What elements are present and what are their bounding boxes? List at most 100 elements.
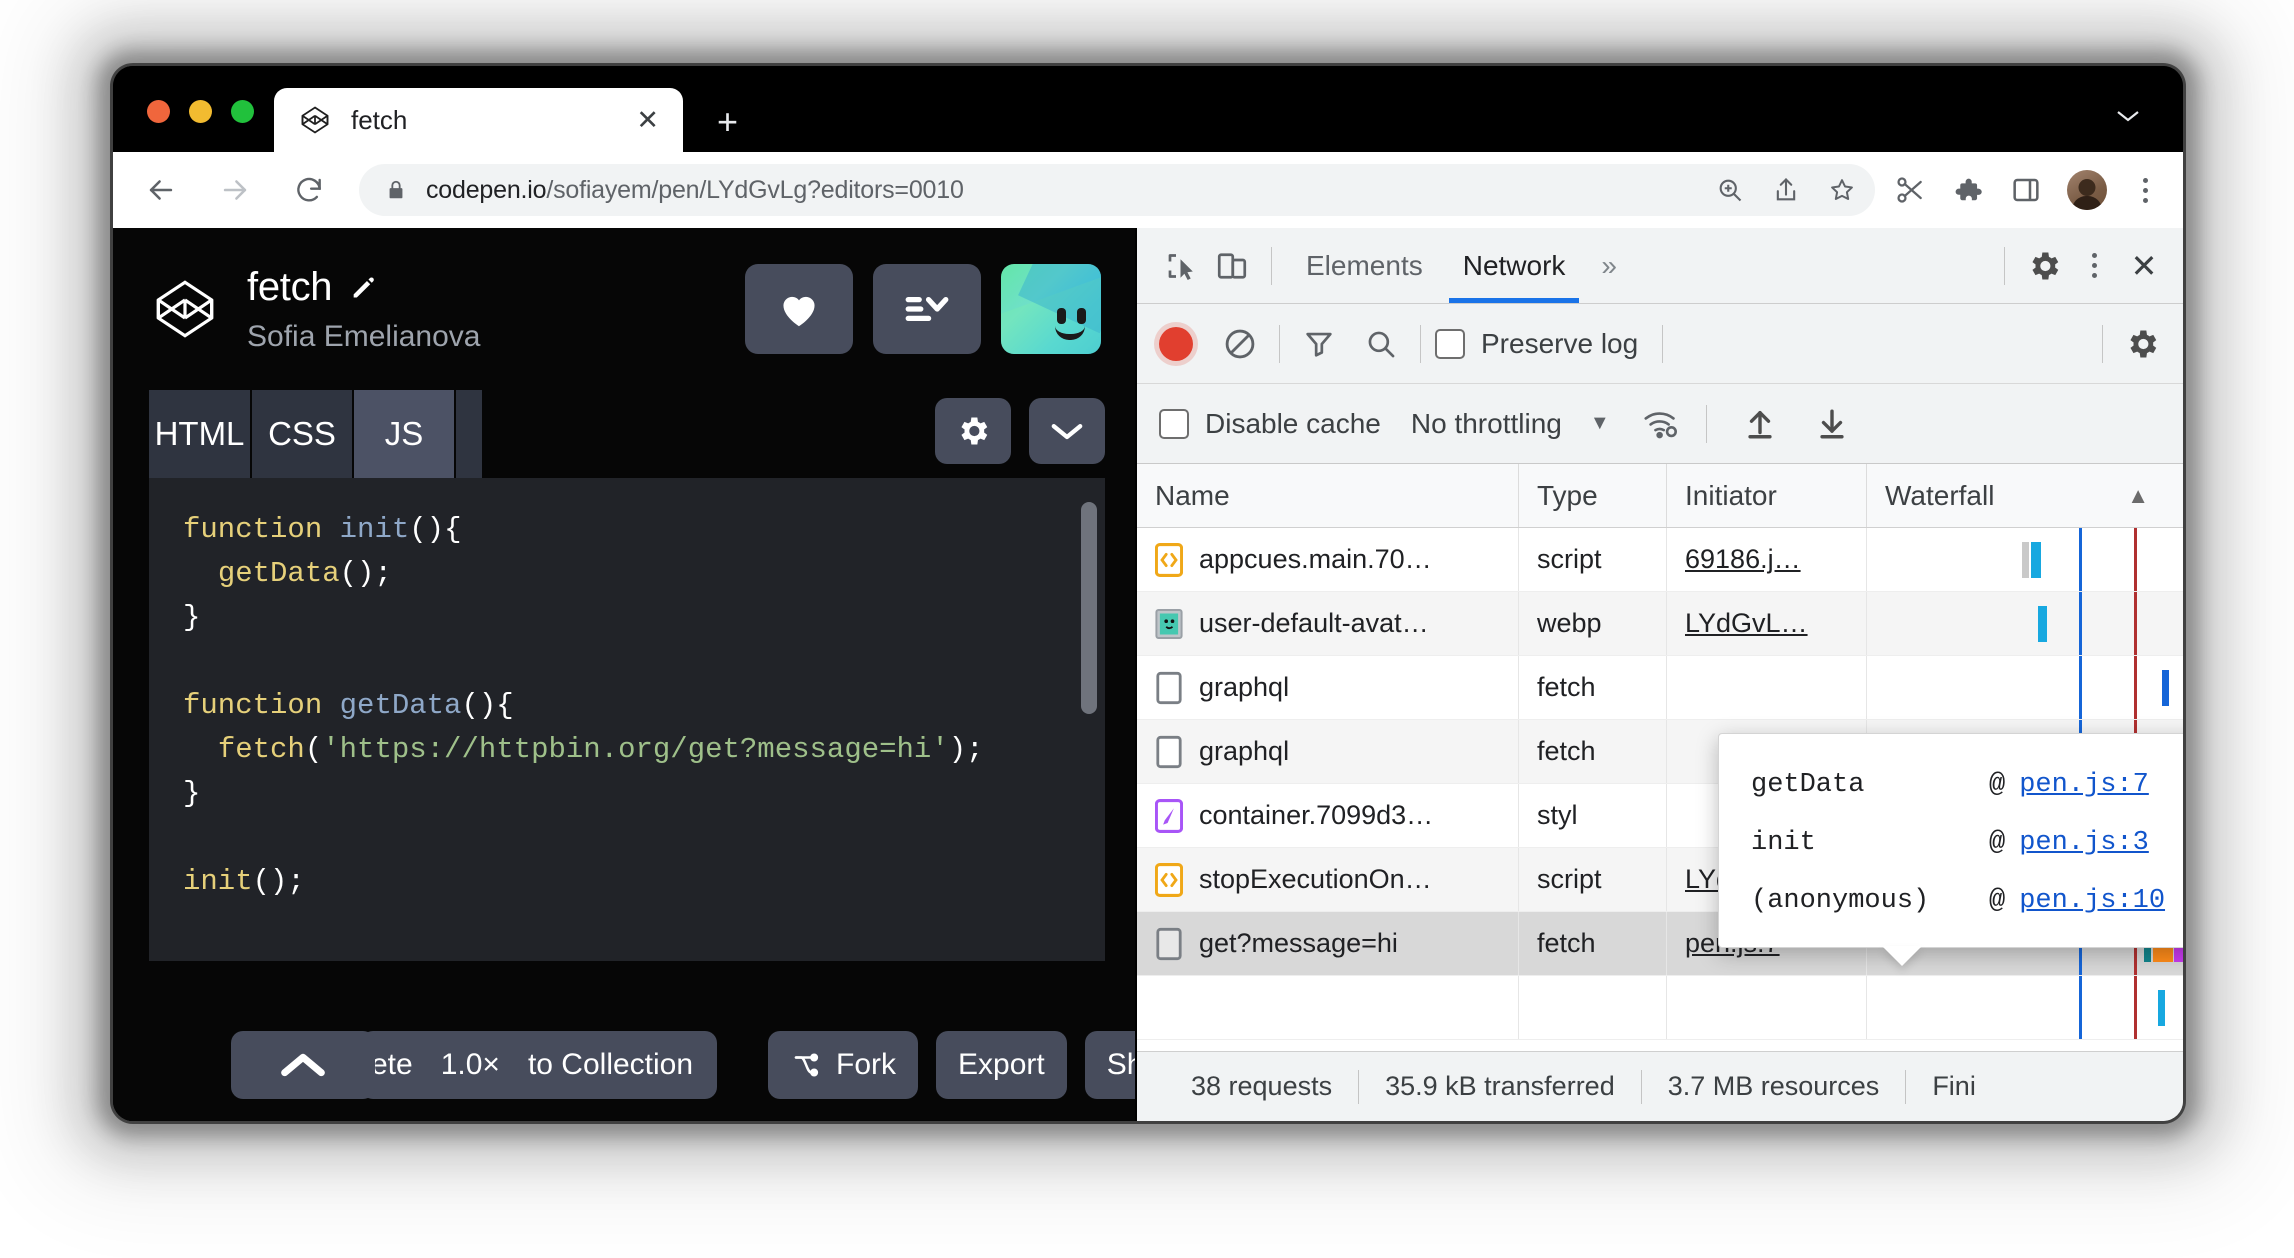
stack-frame-link[interactable]: pen.js:7 <box>2019 770 2149 800</box>
reload-icon[interactable] <box>283 164 335 216</box>
tab-network[interactable]: Network <box>1443 228 1586 303</box>
editor-tab-js[interactable]: JS <box>354 390 456 478</box>
heart-icon <box>778 290 820 328</box>
column-header-type[interactable]: Type <box>1519 464 1667 527</box>
stack-frame-function: (anonymous) <box>1751 886 1930 916</box>
status-resources: 3.7 MB resources <box>1667 1071 1880 1101</box>
extensions-puzzle-icon[interactable] <box>1951 173 1985 207</box>
list-chevron-icon <box>902 290 952 328</box>
request-name: stopExecutionOn… <box>1199 864 1432 894</box>
stack-frame-at: @ <box>1989 828 2006 858</box>
share-button[interactable]: Share <box>1084 1031 1135 1099</box>
initiator-link[interactable]: LYdGvL… <box>1685 608 1808 639</box>
stack-frame-link[interactable]: pen.js:10 <box>2019 886 2165 916</box>
table-row[interactable]: graphql fetch <box>1137 656 2183 720</box>
add-to-collection-label[interactable]: to Collection <box>528 1048 693 1082</box>
url-domain: codepen.io <box>426 175 547 204</box>
devtools-kebab-menu-icon[interactable] <box>2069 241 2119 291</box>
status-requests: 38 requests <box>1191 1071 1333 1101</box>
search-icon[interactable] <box>1356 319 1406 369</box>
scissors-icon[interactable] <box>1893 173 1927 207</box>
new-tab-button[interactable]: + <box>717 104 738 140</box>
stack-frame-link[interactable]: pen.js:3 <box>2019 828 2149 858</box>
editor-tools <box>935 390 1105 478</box>
side-panel-icon[interactable] <box>2009 173 2043 207</box>
cell-initiator: LYdGvL… <box>1667 592 1867 655</box>
cell-name: container.7099d3… <box>1137 784 1519 847</box>
column-header-initiator[interactable]: Initiator <box>1667 464 1867 527</box>
close-window-button[interactable] <box>147 100 170 123</box>
table-row[interactable]: appcues.main.70… script 69186.j… <box>1137 528 2183 592</box>
tab-elements[interactable]: Elements <box>1286 228 1443 303</box>
devtools-close-icon[interactable]: ✕ <box>2119 241 2169 291</box>
doc-icon <box>1155 735 1183 769</box>
window-traffic-lights <box>147 100 254 123</box>
browser-tab[interactable]: fetch ✕ <box>274 88 683 152</box>
cell-name: user-default-avat… <box>1137 592 1519 655</box>
preserve-log-checkbox[interactable] <box>1435 328 1465 359</box>
more-tabs-chevron-icon[interactable]: » <box>1585 250 1633 282</box>
profile-avatar[interactable] <box>2067 170 2107 210</box>
close-tab-button[interactable]: ✕ <box>636 106 659 134</box>
table-row[interactable]: user-default-avat… webp LYdGvL… <box>1137 592 2183 656</box>
share-icon[interactable] <box>1771 175 1801 205</box>
editor-settings-button[interactable] <box>935 398 1011 464</box>
browser-menu-kebab-icon[interactable] <box>2131 177 2159 203</box>
table-row-empty <box>1137 976 2183 1040</box>
pen-actions-group[interactable]: ete 1.0× to Collection <box>361 1031 718 1099</box>
inspect-element-icon[interactable] <box>1157 241 1207 291</box>
collapse-console-button[interactable] <box>231 1031 375 1099</box>
back-arrow-icon[interactable] <box>135 164 187 216</box>
editor-collapse-button[interactable] <box>1029 398 1105 464</box>
codepen-header-actions <box>745 264 1101 354</box>
cell-name: get?message=hi <box>1137 912 1519 975</box>
throttling-select[interactable]: No throttling <box>1411 408 1562 440</box>
cell-type <box>1519 976 1667 1039</box>
network-controls-row: Preserve log <box>1137 304 2183 384</box>
minimize-window-button[interactable] <box>189 100 212 123</box>
initiator-link[interactable]: 69186.j… <box>1685 544 1801 575</box>
codepen-header: fetch Sofia Emelianova <box>113 228 1135 390</box>
fork-button[interactable]: Fork <box>768 1031 918 1099</box>
editor-tab-html[interactable]: HTML <box>149 390 252 478</box>
request-name: graphql <box>1199 736 1290 766</box>
cell-name <box>1137 976 1519 1039</box>
gear-icon <box>955 413 991 449</box>
filter-icon[interactable] <box>1294 319 1344 369</box>
network-settings-gear-icon[interactable] <box>2117 319 2167 369</box>
maximize-window-button[interactable] <box>231 100 254 123</box>
upload-arrow-icon[interactable] <box>1735 399 1785 449</box>
bookmark-star-icon[interactable] <box>1827 175 1857 205</box>
clear-icon[interactable] <box>1215 319 1265 369</box>
devtools-panel: Elements Network » ✕ Preserve log Disabl… <box>1135 228 2183 1121</box>
details-toggle-button[interactable] <box>873 264 981 354</box>
sort-ascending-icon[interactable]: ▲ <box>2127 483 2149 509</box>
tab-strip: fetch ✕ + <box>113 66 2183 152</box>
editor-tab-css[interactable]: CSS <box>252 390 354 478</box>
tab-title: fetch <box>351 104 408 135</box>
zoom-icon[interactable] <box>1715 175 1745 205</box>
download-arrow-icon[interactable] <box>1807 399 1857 449</box>
chevron-down-icon[interactable]: ▼ <box>1590 412 1610 435</box>
record-icon[interactable] <box>1159 326 1193 361</box>
zoom-level-label[interactable]: 1.0× <box>441 1048 500 1082</box>
disable-cache-checkbox[interactable] <box>1159 408 1189 439</box>
js-code-editor[interactable]: function init(){ getData(); } function g… <box>149 478 1105 961</box>
love-button[interactable] <box>745 264 853 354</box>
wifi-gear-icon[interactable] <box>1636 399 1686 449</box>
tab-list-chevron-down-icon[interactable] <box>2115 108 2141 124</box>
column-header-waterfall[interactable]: Waterfall ▲ <box>1867 464 2183 527</box>
stack-frame-function: getData <box>1751 770 1865 800</box>
device-toolbar-icon[interactable] <box>1207 241 1257 291</box>
address-bar[interactable]: codepen.io/sofiayem/pen/LYdGvLg?editors=… <box>359 164 1875 216</box>
address-bar-url: codepen.io/sofiayem/pen/LYdGvLg?editors=… <box>426 176 964 205</box>
edit-pencil-icon[interactable] <box>349 273 377 301</box>
user-avatar[interactable] <box>1001 264 1101 354</box>
devtools-settings-gear-icon[interactable] <box>2019 241 2069 291</box>
column-header-name[interactable]: Name <box>1137 464 1519 527</box>
editor-scrollbar[interactable] <box>1081 502 1097 714</box>
export-button[interactable]: Export <box>936 1031 1067 1099</box>
chevron-down-icon <box>1049 419 1085 443</box>
forward-arrow-icon[interactable] <box>209 164 261 216</box>
editor-tab-overflow[interactable] <box>456 390 484 478</box>
